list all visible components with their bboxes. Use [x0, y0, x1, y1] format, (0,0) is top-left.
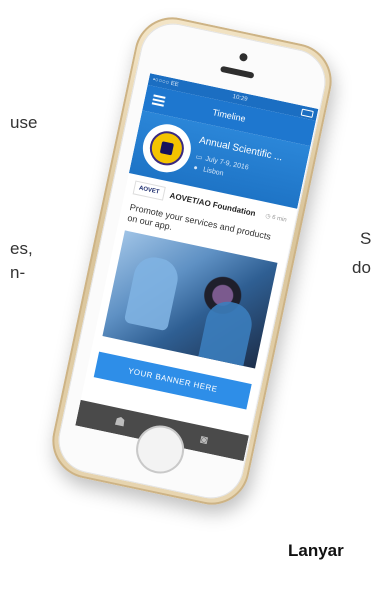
- event-logo: [140, 122, 193, 175]
- app-screen: •○○○○ EE 10:29 Timeline Annual Scientifi…: [75, 73, 319, 462]
- background-text-fragment: S: [360, 229, 372, 248]
- phone-mockup: •○○○○ EE 10:29 Timeline Annual Scientifi…: [45, 10, 339, 512]
- post-time: ◷ 6 min: [264, 212, 288, 224]
- event-location-row: ● Lisbon: [193, 164, 224, 177]
- background-text-fragment: do: [352, 258, 371, 277]
- battery-icon: [300, 108, 314, 118]
- event-location: Lisbon: [202, 166, 225, 178]
- clock-icon: ◷: [264, 212, 272, 220]
- camera-icon[interactable]: ◙: [194, 431, 215, 448]
- calendar-icon: ▭: [194, 153, 203, 162]
- background-text-fragment: n-: [10, 263, 26, 282]
- clock-text: 10:29: [232, 93, 248, 103]
- background-text-fragment-bold: Lanyar: [288, 541, 344, 560]
- timeline-post[interactable]: AOVET AOVET/AO Foundation ◷ 6 min Promot…: [93, 173, 297, 376]
- speaker-grill: [219, 65, 255, 79]
- helmet-icon[interactable]: ☗: [110, 413, 131, 430]
- location-pin-icon: ●: [192, 164, 199, 173]
- page-title: Timeline: [211, 107, 247, 124]
- background-text-fragment: use: [10, 113, 38, 132]
- hamburger-icon[interactable]: [151, 94, 166, 107]
- background-text-fragment: es,: [10, 239, 33, 258]
- sponsor-logo: AOVET: [132, 180, 166, 201]
- front-camera-icon: [238, 52, 249, 62]
